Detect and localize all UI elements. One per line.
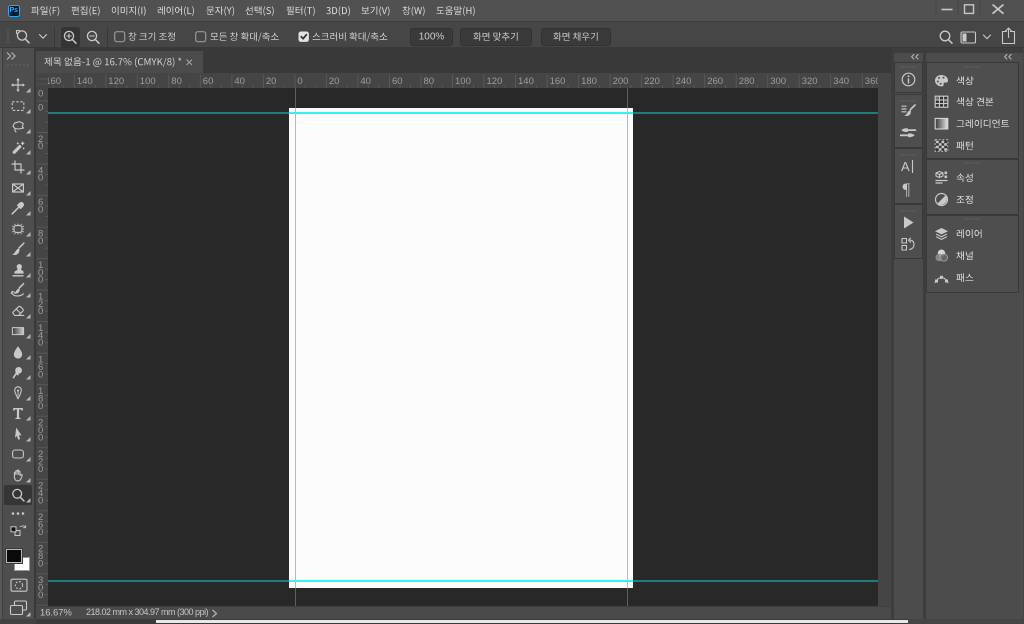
svg-text:20: 20 [266, 76, 277, 87]
svg-text:0: 0 [38, 464, 43, 475]
svg-text:A: A [901, 159, 910, 174]
svg-text:0: 0 [38, 173, 43, 184]
svg-text:0: 0 [38, 306, 43, 317]
svg-text:240: 240 [676, 76, 692, 87]
svg-text:100: 100 [455, 76, 471, 87]
svg-text:60: 60 [392, 76, 403, 87]
svg-text:300: 300 [770, 76, 786, 87]
svg-text:0: 0 [38, 275, 43, 286]
svg-text:0: 0 [38, 204, 43, 215]
svg-text:200: 200 [613, 76, 629, 87]
svg-text:280: 280 [739, 76, 755, 87]
svg-text:¶: ¶ [902, 180, 910, 197]
svg-text:80: 80 [171, 76, 182, 87]
svg-text:0: 0 [38, 141, 43, 152]
svg-text:260: 260 [707, 76, 723, 87]
svg-text:60: 60 [203, 76, 214, 87]
svg-text:0: 0 [38, 236, 43, 247]
svg-text:0: 0 [38, 495, 43, 506]
svg-text:0: 0 [38, 401, 43, 412]
svg-text:0: 0 [38, 590, 43, 601]
svg-text:0: 0 [38, 369, 43, 380]
svg-text:100: 100 [140, 76, 156, 87]
svg-text:220: 220 [644, 76, 660, 87]
svg-text:120: 120 [108, 76, 124, 87]
svg-text:360: 360 [865, 76, 878, 87]
svg-text:0: 0 [38, 102, 43, 113]
svg-text:80: 80 [424, 76, 435, 87]
svg-text:340: 340 [833, 76, 849, 87]
svg-text:0: 0 [38, 338, 43, 349]
svg-text:0: 0 [38, 558, 43, 569]
svg-text:0: 0 [38, 527, 43, 538]
svg-text:0: 0 [38, 89, 43, 100]
svg-text:160: 160 [550, 76, 566, 87]
svg-text:40: 40 [234, 76, 245, 87]
svg-text:140: 140 [77, 76, 93, 87]
svg-text:320: 320 [802, 76, 818, 87]
svg-text:0: 0 [297, 76, 302, 87]
svg-text:180: 180 [581, 76, 597, 87]
svg-text:0: 0 [38, 432, 43, 443]
svg-text:140: 140 [518, 76, 534, 87]
svg-text:120: 120 [487, 76, 503, 87]
svg-text:20: 20 [329, 76, 340, 87]
svg-text:40: 40 [360, 76, 371, 87]
